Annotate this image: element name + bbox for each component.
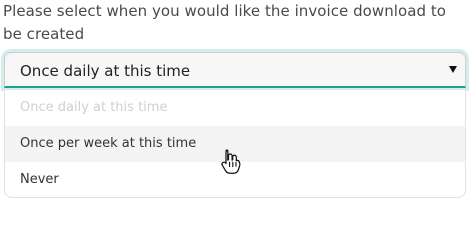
selected-option-label: Once daily at this time (20, 62, 191, 80)
invoice-download-prompt: Please select when you would like the in… (3, 2, 447, 43)
invoice-frequency-select[interactable]: Once daily at this time (4, 52, 466, 88)
caret-down-icon[interactable] (449, 66, 457, 73)
hand-pointer-icon (221, 149, 241, 174)
dropdown-options-list: Once daily at this time Once per week at… (4, 90, 466, 198)
invoice-schedule-panel: Please select when you would like the in… (0, 0, 472, 200)
option-once-daily: Once daily at this time (20, 100, 168, 115)
